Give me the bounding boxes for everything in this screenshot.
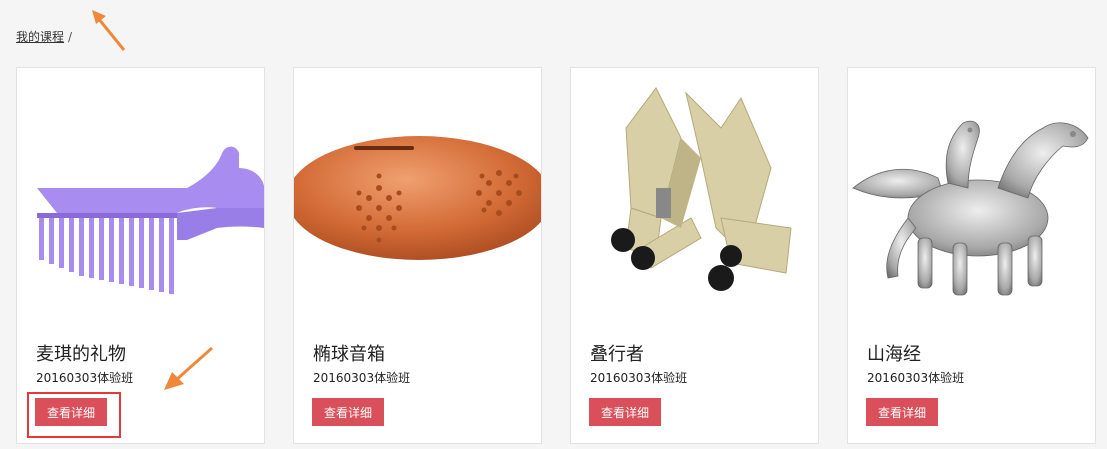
- course-card: 山海经 20160303体验班 查看详细: [847, 67, 1096, 444]
- course-title: 叠行者: [590, 344, 644, 365]
- purple-comb-model-image: [37, 146, 264, 294]
- annotation-arrow-button: [164, 346, 213, 390]
- course-thumbnail[interactable]: [17, 68, 264, 318]
- view-details-button[interactable]: 查看详细: [312, 398, 384, 426]
- breadcrumb: 我的课程 /: [16, 28, 72, 45]
- view-details-button[interactable]: 查看详细: [866, 398, 938, 426]
- course-thumbnail[interactable]: [571, 68, 818, 318]
- course-class: 20160303体验班: [313, 371, 411, 385]
- course-card: 椭球音箱 20160303体验班 查看详细: [293, 67, 542, 444]
- breadcrumb-separator: /: [68, 30, 73, 44]
- course-class: 20160303体验班: [867, 371, 965, 385]
- view-details-button[interactable]: 查看详细: [589, 398, 661, 426]
- course-title: 椭球音箱: [313, 344, 385, 365]
- orange-ellipsoid-speaker-model-image: [294, 136, 541, 260]
- course-title: 麦琪的礼物: [36, 344, 126, 365]
- course-class: 20160303体验班: [36, 371, 134, 385]
- course-thumbnail[interactable]: [294, 68, 541, 318]
- course-card: 叠行者 20160303体验班 查看详细: [570, 67, 819, 444]
- folding-walker-model-image: [611, 87, 792, 291]
- breadcrumb-my-courses-link[interactable]: 我的课程: [16, 30, 64, 44]
- annotation-highlight-box: [27, 392, 121, 438]
- course-card: 麦琪的礼物 20160303体验班 查看详细: [16, 67, 265, 444]
- course-thumbnail[interactable]: [848, 68, 1095, 318]
- course-title: 山海经: [867, 344, 921, 365]
- annotation-arrow-top: [92, 10, 126, 51]
- course-class: 20160303体验班: [590, 371, 688, 385]
- mythical-beast-model-image: [852, 120, 1089, 296]
